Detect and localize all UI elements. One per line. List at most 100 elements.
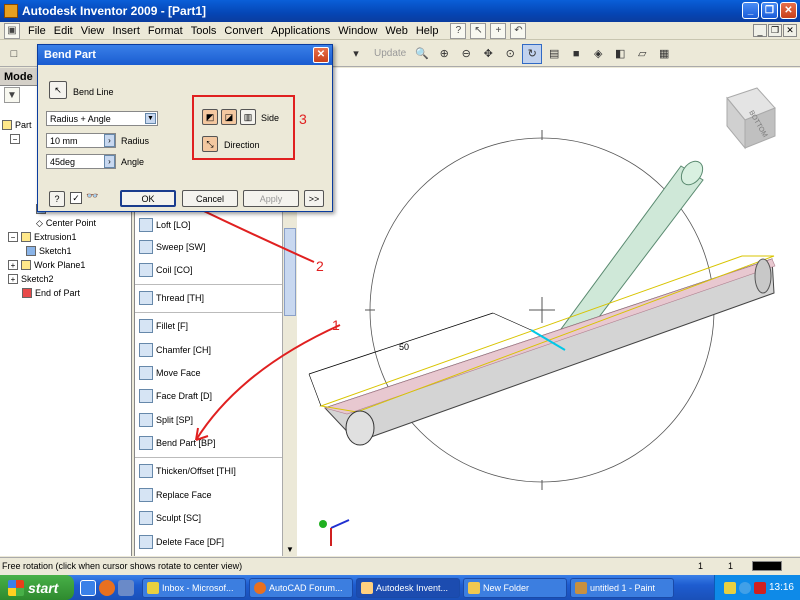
tree-item[interactable]: ◇ Center Point <box>0 216 132 230</box>
firefox-icon[interactable] <box>99 579 115 596</box>
split-command[interactable]: Split [SP] <box>139 413 193 427</box>
doc-restore-button[interactable]: ❐ <box>768 24 782 37</box>
orbit-icon[interactable]: ↻ <box>522 43 543 64</box>
zoom-window-icon[interactable]: ⊕ <box>434 44 454 64</box>
fillet-command[interactable]: Fillet [F] <box>139 319 188 333</box>
paint-icon <box>575 581 587 594</box>
tray-icon[interactable] <box>753 581 766 594</box>
dialog-close-button[interactable]: ✕ <box>313 47 329 63</box>
coil-icon <box>139 263 153 277</box>
menu-applications[interactable]: Applications <box>267 25 334 37</box>
thicken-offset-command[interactable]: Thicken/Offset [THI] <box>139 464 236 478</box>
expand-icon[interactable]: + <box>8 274 18 284</box>
slice-icon[interactable]: ▱ <box>632 44 652 64</box>
update-button[interactable]: Update <box>374 48 406 59</box>
menu-help[interactable]: Help <box>412 25 443 37</box>
doc-minimize-button[interactable]: _ <box>753 24 767 37</box>
radius-flyout-icon[interactable]: › <box>104 134 115 147</box>
help-button[interactable]: ? <box>49 191 65 207</box>
extrusion-icon <box>21 232 31 242</box>
chamfer-command[interactable]: Chamfer [CH] <box>139 343 211 357</box>
clock[interactable]: 13:16 <box>769 582 794 593</box>
menu-tools[interactable]: Tools <box>187 25 221 37</box>
pan-icon[interactable]: ✥ <box>478 44 498 64</box>
panel-scrollbar[interactable]: ▼ <box>282 212 296 556</box>
taskbar-button-paint[interactable]: untitled 1 - Paint <box>570 577 674 598</box>
side-both-button[interactable]: ▥ <box>240 109 256 125</box>
cancel-button[interactable]: Cancel <box>182 190 238 207</box>
restore-button[interactable]: ❐ <box>761 2 778 19</box>
close-button[interactable]: ✕ <box>780 2 797 19</box>
sculpt-command[interactable]: Sculpt [SC] <box>139 511 201 525</box>
dropdown-icon[interactable]: ▾ <box>346 44 366 64</box>
new-icon[interactable]: □ <box>4 44 24 64</box>
apply-button[interactable]: Apply <box>243 190 299 207</box>
menu-window[interactable]: Window <box>334 25 381 37</box>
undo-icon[interactable]: ↶ <box>510 22 527 39</box>
replace-face-command[interactable]: Replace Face <box>139 488 212 502</box>
bend-line-select-button[interactable]: ↖ <box>49 81 67 99</box>
chevron-down-icon[interactable]: ▼ <box>145 113 156 124</box>
thread-command[interactable]: Thread [TH] <box>139 291 204 305</box>
taskbar-button-inbox[interactable]: Inbox - Microsof... <box>142 577 246 598</box>
menu-edit[interactable]: Edit <box>50 25 77 37</box>
show-desktop-icon[interactable] <box>80 579 96 596</box>
taskbar-button-new-folder[interactable]: New Folder <box>463 577 567 598</box>
tray-icon[interactable] <box>738 581 751 594</box>
scrollbar-thumb[interactable] <box>284 228 296 316</box>
add-icon[interactable]: + <box>490 22 507 39</box>
look-at-icon[interactable]: ▤ <box>544 44 564 64</box>
side-1-button[interactable]: ◩ <box>202 109 218 125</box>
preview-checkbox[interactable]: ✓ <box>70 192 82 204</box>
face-draft-command[interactable]: Face Draft [D] <box>139 389 212 403</box>
section-icon[interactable]: ◧ <box>610 44 630 64</box>
filter-icon[interactable]: ▼ <box>4 87 20 103</box>
method-select[interactable]: Radius + Angle ▼ <box>46 111 158 126</box>
quicklaunch-icon[interactable] <box>118 579 134 596</box>
taskbar-button-inventor[interactable]: Autodesk Invent... <box>356 577 460 598</box>
side-2-button[interactable]: ◪ <box>221 109 237 125</box>
menu-view[interactable]: View <box>77 25 109 37</box>
help-icon[interactable]: ? <box>450 22 467 39</box>
menu-convert[interactable]: Convert <box>220 25 267 37</box>
menu-format[interactable]: Format <box>144 25 187 37</box>
zoom-icon[interactable]: ⊖ <box>456 44 476 64</box>
menu-file[interactable]: File <box>24 25 50 37</box>
color-icon[interactable]: ▦ <box>654 44 674 64</box>
shaded-display-icon[interactable]: ■ <box>566 44 586 64</box>
menu-web[interactable]: Web <box>381 25 411 37</box>
start-button[interactable]: start <box>0 575 74 600</box>
model-canvas[interactable]: 50 BOTTOM <box>297 68 800 556</box>
sweep-command[interactable]: Sweep [SW] <box>139 240 206 254</box>
graphics-viewport[interactable]: 50 BOTTOM <box>297 68 800 556</box>
tree-item[interactable]: Sketch1 <box>0 244 132 258</box>
expand-icon[interactable]: − <box>10 134 20 144</box>
tree-item[interactable]: End of Part <box>0 286 132 300</box>
zoom-all-icon[interactable]: 🔍 <box>412 44 432 64</box>
scroll-down-icon[interactable]: ▼ <box>286 545 294 554</box>
ok-button[interactable]: OK <box>120 190 176 207</box>
bend-part-command[interactable]: Bend Part [BP] <box>139 436 216 450</box>
expand-icon[interactable]: − <box>8 232 18 242</box>
menu-insert[interactable]: Insert <box>108 25 144 37</box>
tray-icon[interactable] <box>723 581 736 594</box>
expand-icon[interactable]: + <box>8 260 18 270</box>
direction-button[interactable]: ⤡ <box>202 136 218 152</box>
move-face-command[interactable]: Move Face <box>139 366 201 380</box>
delete-face-command[interactable]: Delete Face [DF] <box>139 535 224 549</box>
tree-item[interactable]: + Work Plane1 <box>0 258 132 272</box>
tree-item[interactable]: − Extrusion1 <box>0 230 132 244</box>
minimize-button[interactable]: _ <box>742 2 759 19</box>
dialog-title-bar[interactable]: Bend Part ✕ <box>38 45 332 65</box>
loft-command[interactable]: Loft [LO] <box>139 218 191 232</box>
taskbar-button-autocad-forum[interactable]: AutoCAD Forum... <box>249 577 353 598</box>
angle-flyout-icon[interactable]: › <box>104 155 115 168</box>
more-options-button[interactable]: >> <box>304 190 324 207</box>
doc-close-button[interactable]: ✕ <box>783 24 797 37</box>
coil-command[interactable]: Coil [CO] <box>139 263 193 277</box>
camera-icon[interactable]: ◈ <box>588 44 608 64</box>
zoom-selected-icon[interactable]: ⊙ <box>500 44 520 64</box>
tree-item[interactable]: + Sketch2 <box>0 272 132 286</box>
view-cube-icon[interactable]: BOTTOM <box>726 87 776 150</box>
select-icon[interactable]: ↖ <box>470 22 487 39</box>
